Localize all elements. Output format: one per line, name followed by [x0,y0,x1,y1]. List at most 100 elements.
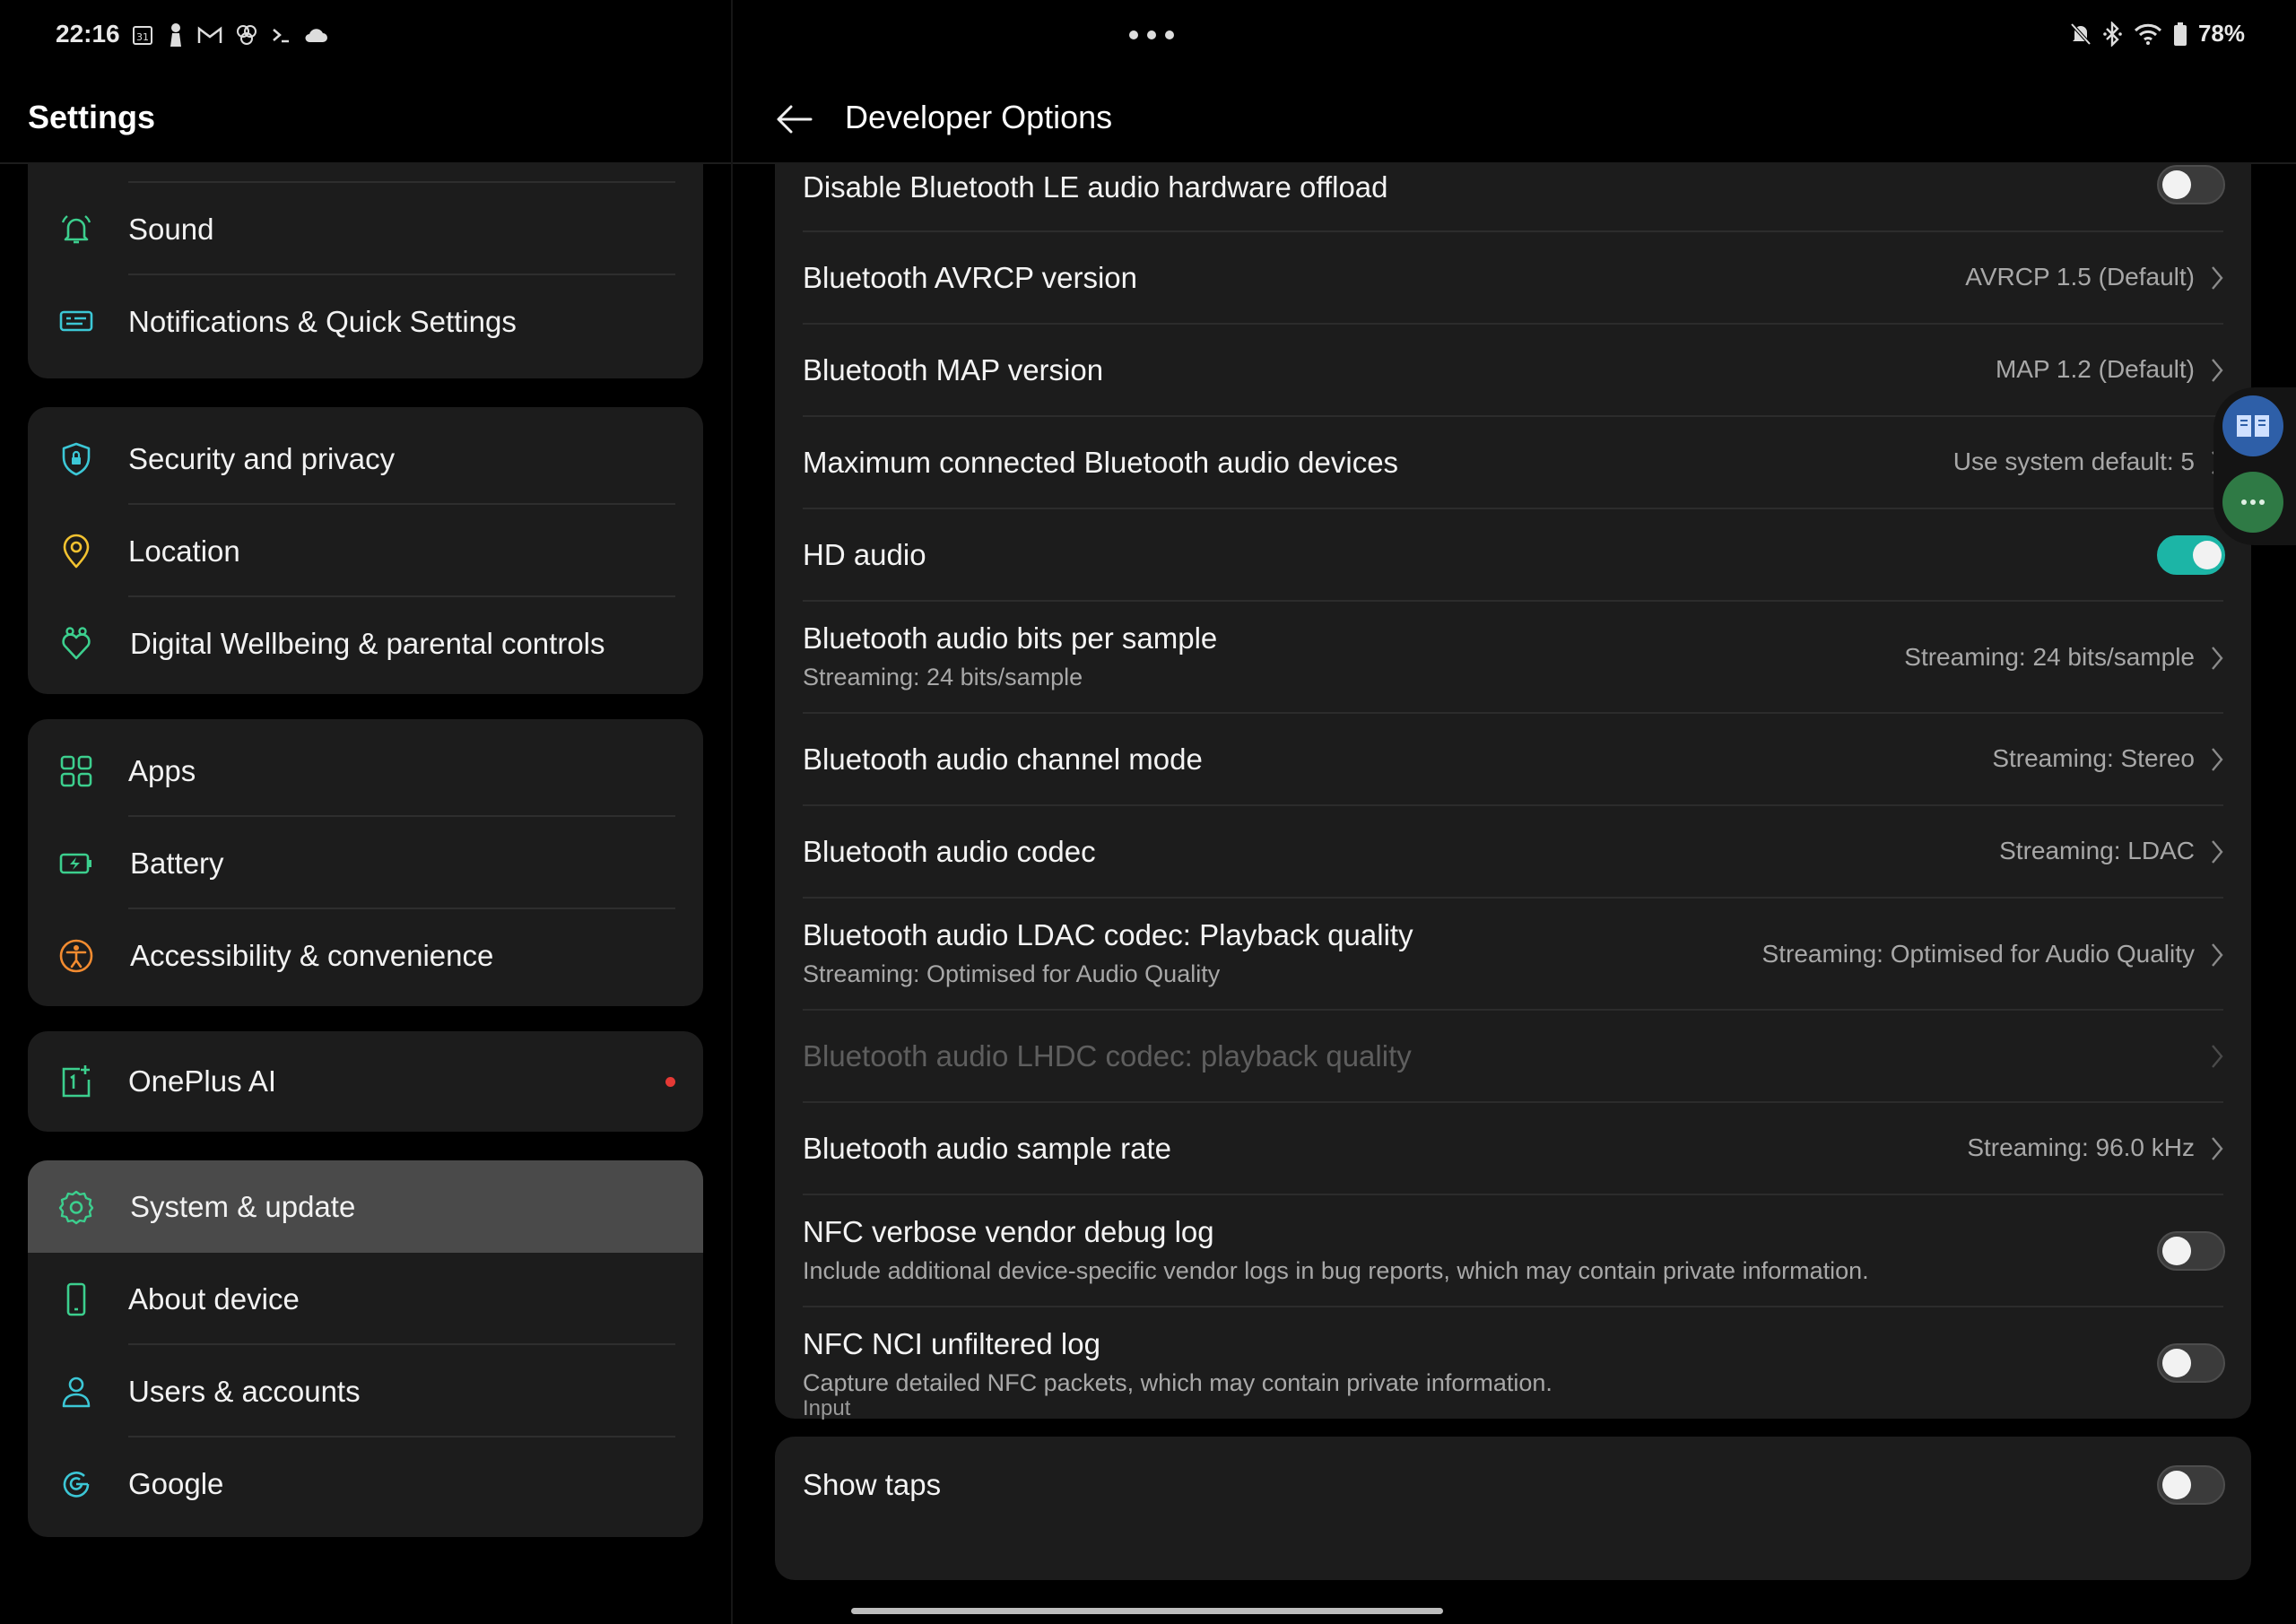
terminal-icon [273,29,289,43]
navigation-handle[interactable] [851,1608,1443,1614]
option-title: Bluetooth MAP version [803,353,1104,386]
sidebar-item-location[interactable]: Location [28,505,703,597]
sidebar-item-label: OnePlus AI [128,1064,277,1098]
shield-icon [62,442,91,476]
toggle-switch[interactable] [2157,1231,2225,1271]
status-bar: 22:16 31 78% [0,0,2296,72]
chevron-right-icon [2212,1137,2223,1160]
notification-figure-icon [170,23,181,47]
sidebar-item-label: Security and privacy [128,442,396,475]
option-max-bt-audio-devices[interactable]: Maximum connected Bluetooth audio device… [775,417,2251,509]
sidebar-item-label: Digital Wellbeing & parental controls [130,627,605,660]
option-map-version[interactable]: Bluetooth MAP version MAP 1.2 (Default) [775,325,2251,417]
pinwheel-icon [237,25,257,45]
reader-icon [2237,415,2269,437]
option-sample-rate[interactable]: Bluetooth audio sample rate Streaming: 9… [775,1103,2251,1195]
option-title: HD audio [803,538,926,571]
more-button[interactable] [2222,472,2283,533]
toggle-switch[interactable] [2157,165,2225,204]
sidebar-item-accessibility[interactable]: Accessibility & convenience [28,909,703,1002]
settings-group-privacy: Security and privacy Location Digital We… [28,407,703,694]
option-avrcp-version[interactable]: Bluetooth AVRCP version AVRCP 1.5 (Defau… [775,232,2251,325]
developer-options-list: Disable Bluetooth LE audio hardware offl… [775,163,2251,1419]
toggle-knob [2162,170,2191,199]
toggle-knob [2162,1349,2191,1377]
sidebar-item-label: Location [128,534,240,568]
input-options-list: Show taps [775,1437,2251,1580]
sidebar-item-notifications[interactable]: Notifications & Quick Settings [28,275,703,368]
gear-icon [58,1190,94,1225]
option-value: MAP 1.2 (Default) [1995,355,2195,383]
option-title: Bluetooth audio LDAC codec: Playback qua… [803,918,1413,951]
option-disable-le-audio-offload[interactable]: Disable Bluetooth LE audio hardware offl… [775,163,2251,232]
calendar-icon: 31 [133,26,152,45]
apps-grid-icon [60,755,92,787]
toggle-switch[interactable] [2157,1343,2225,1383]
option-audio-codec[interactable]: Bluetooth audio codec Streaming: LDAC [775,806,2251,899]
google-icon [63,1472,90,1498]
toggle-knob [2162,1471,2191,1499]
sidebar-item-digital-wellbeing[interactable]: Digital Wellbeing & parental controls [28,597,703,690]
sidebar-item-label: Users & accounts [128,1375,361,1408]
option-nfc-nci-log[interactable]: NFC NCI unfiltered log Capture detailed … [775,1307,2251,1419]
cloud-icon [305,29,327,42]
more-dots-icon[interactable] [1125,22,1178,48]
option-value: Streaming: LDAC [1999,837,2195,864]
chevron-right-icon [2212,748,2223,771]
toggle-switch[interactable] [2157,535,2225,575]
wifi-icon [2134,23,2162,45]
notification-icons: 31 [131,20,328,50]
sidebar-item-battery[interactable]: Battery [28,817,703,909]
option-value: Streaming: Stereo [1992,744,2195,772]
option-bits-per-sample[interactable]: Bluetooth audio bits per sample Streamin… [775,602,2251,714]
more-icon [2241,499,2265,505]
sidebar-item-label: Apps [128,754,196,787]
sidebar-item-system-update[interactable]: System & update [28,1160,703,1253]
option-title: Bluetooth audio channel mode [803,743,1203,776]
toggle-knob [2193,541,2222,569]
settings-sidebar: Settings Sound Notifications & Quick Set… [0,72,731,1624]
page-title: Developer Options [845,99,1113,135]
option-value: AVRCP 1.5 (Default) [1965,263,2195,291]
option-channel-mode[interactable]: Bluetooth audio channel mode Streaming: … [775,714,2251,806]
option-subtitle: Streaming: Optimised for Audio Quality [803,960,1221,987]
sidebar-item-security[interactable]: Security and privacy [28,413,703,505]
wellbeing-icon [62,627,91,660]
sidebar-item-label: Google [128,1467,224,1500]
location-pin-icon [63,534,90,569]
option-title: Bluetooth audio bits per sample [803,621,1218,655]
option-title: Bluetooth audio sample rate [803,1132,1171,1165]
sidebar-item-label: Notifications & Quick Settings [128,305,517,338]
option-value: Streaming: Optimised for Audio Quality [1761,940,2195,968]
option-title: Maximum connected Bluetooth audio device… [803,446,1399,479]
reader-button[interactable] [2222,395,2283,456]
option-nfc-verbose-log[interactable]: NFC verbose vendor debug log Include add… [775,1195,2251,1307]
chevron-right-icon [2212,647,2223,670]
chevron-right-icon [2212,359,2223,382]
toggle-switch[interactable] [2157,1465,2225,1505]
chevron-right-icon [2212,840,2223,864]
bell-icon [61,215,91,244]
back-arrow-icon[interactable] [773,99,814,140]
developer-options-pane: Developer Options Disable Bluetooth LE a… [733,72,2296,1624]
sidebar-item-users-accounts[interactable]: Users & accounts [28,1345,703,1437]
sidebar-item-google[interactable]: Google [28,1437,703,1530]
sidebar-item-oneplus-ai[interactable]: OnePlus AI [28,1035,703,1127]
option-title: NFC verbose vendor debug log [803,1215,1214,1248]
sidebar-item-sound[interactable]: Sound [28,183,703,275]
option-hd-audio[interactable]: HD audio [775,509,2251,602]
sidebar-item-apps[interactable]: Apps [28,725,703,817]
notification-dot [665,1077,675,1087]
user-icon [62,1376,91,1408]
option-lhdc-quality[interactable]: Bluetooth audio LHDC codec: playback qua… [775,1011,2251,1103]
option-subtitle: Capture detailed NFC packets, which may … [803,1369,1552,1396]
sidebar-item-about-device[interactable]: About device [28,1253,703,1345]
option-ldac-quality[interactable]: Bluetooth audio LDAC codec: Playback qua… [775,899,2251,1011]
option-title: Bluetooth audio codec [803,835,1096,868]
bluetooth-icon [2103,21,2122,47]
battery-charge-icon [59,853,91,874]
option-subtitle: Include additional device-specific vendo… [803,1257,1869,1284]
sidebar-item-label: About device [128,1282,300,1316]
oneplus-ai-icon [62,1065,91,1098]
option-show-taps[interactable]: Show taps [775,1437,2251,1529]
